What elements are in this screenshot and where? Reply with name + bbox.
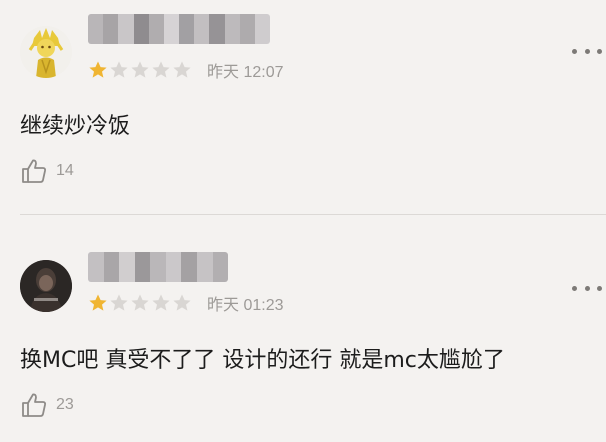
like-button[interactable]: 14: [20, 156, 74, 186]
avatar[interactable]: [20, 26, 72, 78]
star-icon: [131, 294, 149, 311]
username-blurred[interactable]: [88, 252, 228, 282]
star-icon: [110, 294, 128, 311]
rating-stars: [88, 293, 193, 313]
star-icon: [89, 61, 107, 78]
like-button[interactable]: 23: [20, 390, 74, 420]
more-dot: [584, 48, 590, 54]
star-icon: [152, 294, 170, 311]
star-icon: [110, 61, 128, 78]
review-time: 昨天 12:07: [207, 64, 284, 81]
more-dot: [597, 48, 602, 54]
like-count: 14: [56, 162, 74, 179]
review-content: 换MC吧 真受不了了 设计的还行 就是mc太尴尬了: [20, 348, 505, 373]
review-item: 昨天 01:23 换MC吧 真受不了了 设计的还行 就是mc太尴尬了 23: [0, 216, 606, 442]
star-icon: [89, 294, 107, 311]
avatar-image: [20, 260, 72, 312]
more-dot: [584, 285, 590, 291]
rating-stars: [88, 60, 193, 80]
star-icon: [131, 61, 149, 78]
more-dots-icon: [572, 48, 577, 54]
rating-row: 昨天 01:23: [88, 291, 284, 315]
avatar-image: [20, 26, 72, 78]
star-icon: [173, 294, 191, 311]
review-time: 昨天 01:23: [207, 297, 284, 314]
star-icon: [173, 61, 191, 78]
more-options-button[interactable]: [572, 44, 602, 58]
review-item: 昨天 12:07 继续炒冷饭 14: [0, 0, 606, 214]
like-count: 23: [56, 396, 74, 413]
avatar[interactable]: [20, 260, 72, 312]
more-dots-icon: [572, 285, 577, 291]
star-icon: [152, 61, 170, 78]
rating-row: 昨天 12:07: [88, 58, 284, 82]
username-blurred[interactable]: [88, 14, 270, 44]
thumbs-up-icon: [22, 393, 46, 417]
thumbs-up-icon: [22, 159, 46, 183]
more-dot: [597, 285, 602, 291]
more-options-button[interactable]: [572, 281, 602, 295]
review-content: 继续炒冷饭: [20, 114, 131, 139]
review-divider: [20, 214, 606, 215]
